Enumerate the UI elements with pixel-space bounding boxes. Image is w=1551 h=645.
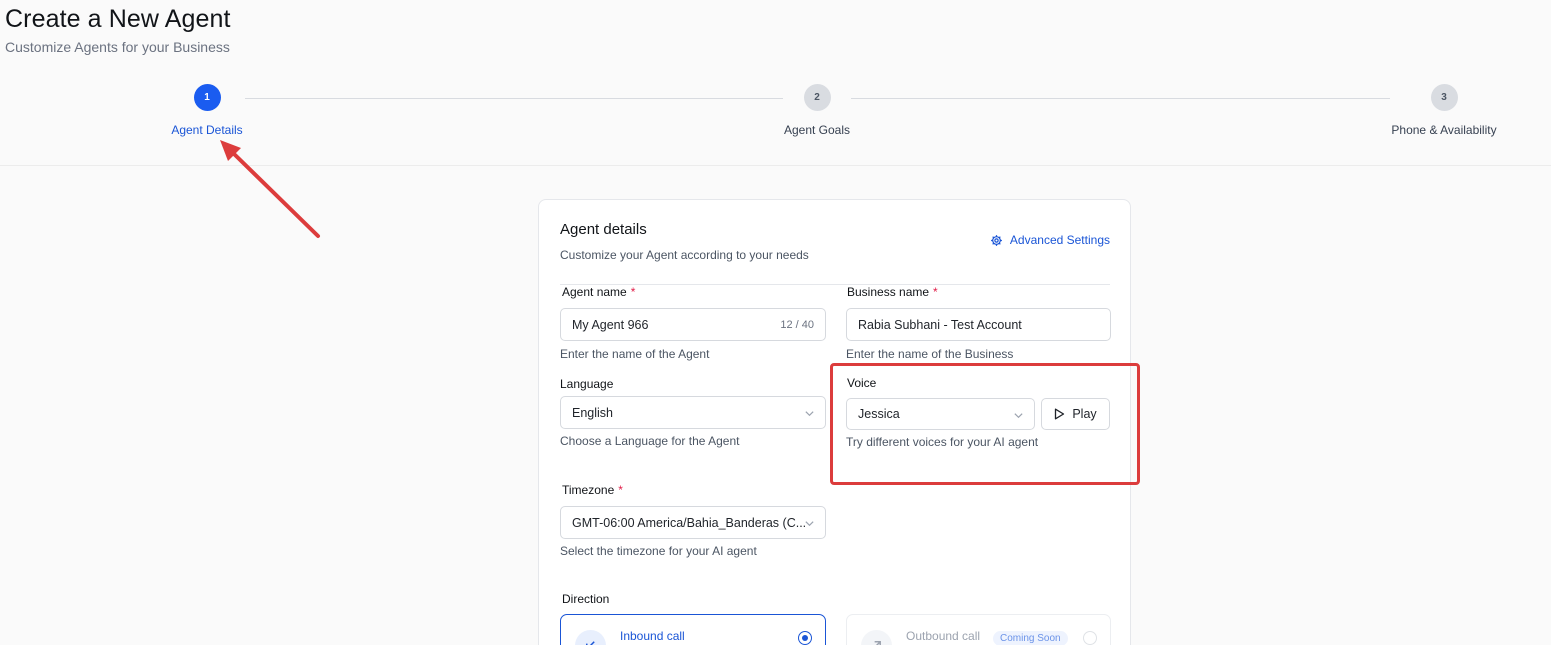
card-subtitle: Customize your Agent according to your n… [560,248,809,262]
agent-name-value: My Agent 966 [572,317,649,332]
business-name-value: Rabia Subhani - Test Account [858,317,1022,332]
arrow-down-left-icon [575,630,606,645]
required-marker: * [933,285,938,299]
required-marker: * [618,483,623,497]
timezone-label: Timezone * [562,483,623,497]
coming-soon-badge: Coming Soon [993,631,1068,645]
chevron-down-icon [805,411,814,417]
chevron-down-icon [1014,413,1023,419]
step-label: Agent Goals [783,123,851,137]
language-value: English [572,405,613,420]
business-name-hint: Enter the name of the Business [846,347,1014,361]
language-label: Language [560,377,614,391]
gear-icon [991,234,1002,246]
voice-value: Jessica [858,407,900,421]
step-phone-availability[interactable]: 3 Phone & Availability [1364,84,1524,137]
step-label: Phone & Availability [1391,123,1497,137]
voice-hint: Try different voices for your AI agent [846,435,1039,449]
play-label: Play [1072,407,1097,421]
inbound-call-label: Inbound call [620,629,685,643]
step-number: 1 [193,84,221,111]
outbound-call-label: Outbound call [906,629,981,643]
business-name-input[interactable]: Rabia Subhani - Test Account [846,308,1111,341]
play-voice-button[interactable]: Play [1041,398,1110,430]
chevron-down-icon [805,521,814,527]
advanced-settings-label: Advanced Settings [1009,233,1110,247]
voice-select[interactable]: Jessica [846,398,1035,430]
advanced-settings-link[interactable]: Advanced Settings [990,233,1110,247]
voice-label: Voice [847,376,877,390]
stepper: 1 Agent Details 2 Agent Goals 3 Phone & … [0,84,1551,166]
step-number: 3 [1430,84,1458,111]
outbound-call-option: Outbound call Coming Soon [846,614,1111,645]
required-marker: * [630,285,636,299]
page-header: Create a New Agent Customize Agents for … [5,5,231,55]
agent-details-card: Agent details Customize your Agent accor… [538,199,1131,645]
step-agent-details[interactable]: 1 Agent Details [127,84,287,137]
inbound-call-option[interactable]: Inbound call [560,614,826,645]
page-subtitle: Customize Agents for your Business [5,39,230,55]
agent-name-hint: Enter the name of the Agent [560,347,710,361]
arrow-up-right-icon [861,630,892,645]
outbound-radio [1083,631,1097,645]
step-label: Agent Details [171,123,243,137]
agent-name-input[interactable]: My Agent 966 12 / 40 [560,308,826,341]
business-name-label: Business name * [847,285,938,299]
language-select[interactable]: English [560,396,826,429]
step-connector [851,98,1390,99]
inbound-radio[interactable] [798,631,812,645]
step-agent-goals[interactable]: 2 Agent Goals [737,84,897,137]
card-title: Agent details [560,221,647,238]
language-hint: Choose a Language for the Agent [560,434,740,448]
timezone-select[interactable]: GMT-06:00 America/Bahia_Banderas (C... [560,506,826,539]
timezone-value: GMT-06:00 America/Bahia_Banderas (C... [572,515,807,530]
char-counter: 12 / 40 [780,318,814,331]
timezone-hint: Select the timezone for your AI agent [560,544,757,558]
agent-name-label: Agent name * [562,285,636,299]
divider [560,284,1110,285]
play-icon [1055,408,1065,420]
step-connector [245,98,783,99]
page-title: Create a New Agent [5,5,231,33]
direction-label: Direction [562,592,610,606]
step-number: 2 [803,84,831,111]
